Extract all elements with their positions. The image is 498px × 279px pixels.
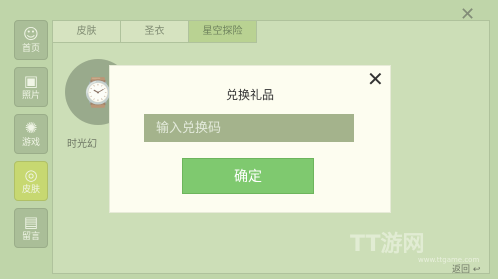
redeem-gift-dialog: 兑换礼品 ✕ 确定: [110, 66, 390, 212]
redeem-code-input[interactable]: [144, 114, 354, 142]
confirm-button[interactable]: 确定: [182, 158, 314, 194]
close-icon[interactable]: ✕: [367, 68, 384, 90]
dialog-title: 兑换礼品: [225, 88, 274, 102]
